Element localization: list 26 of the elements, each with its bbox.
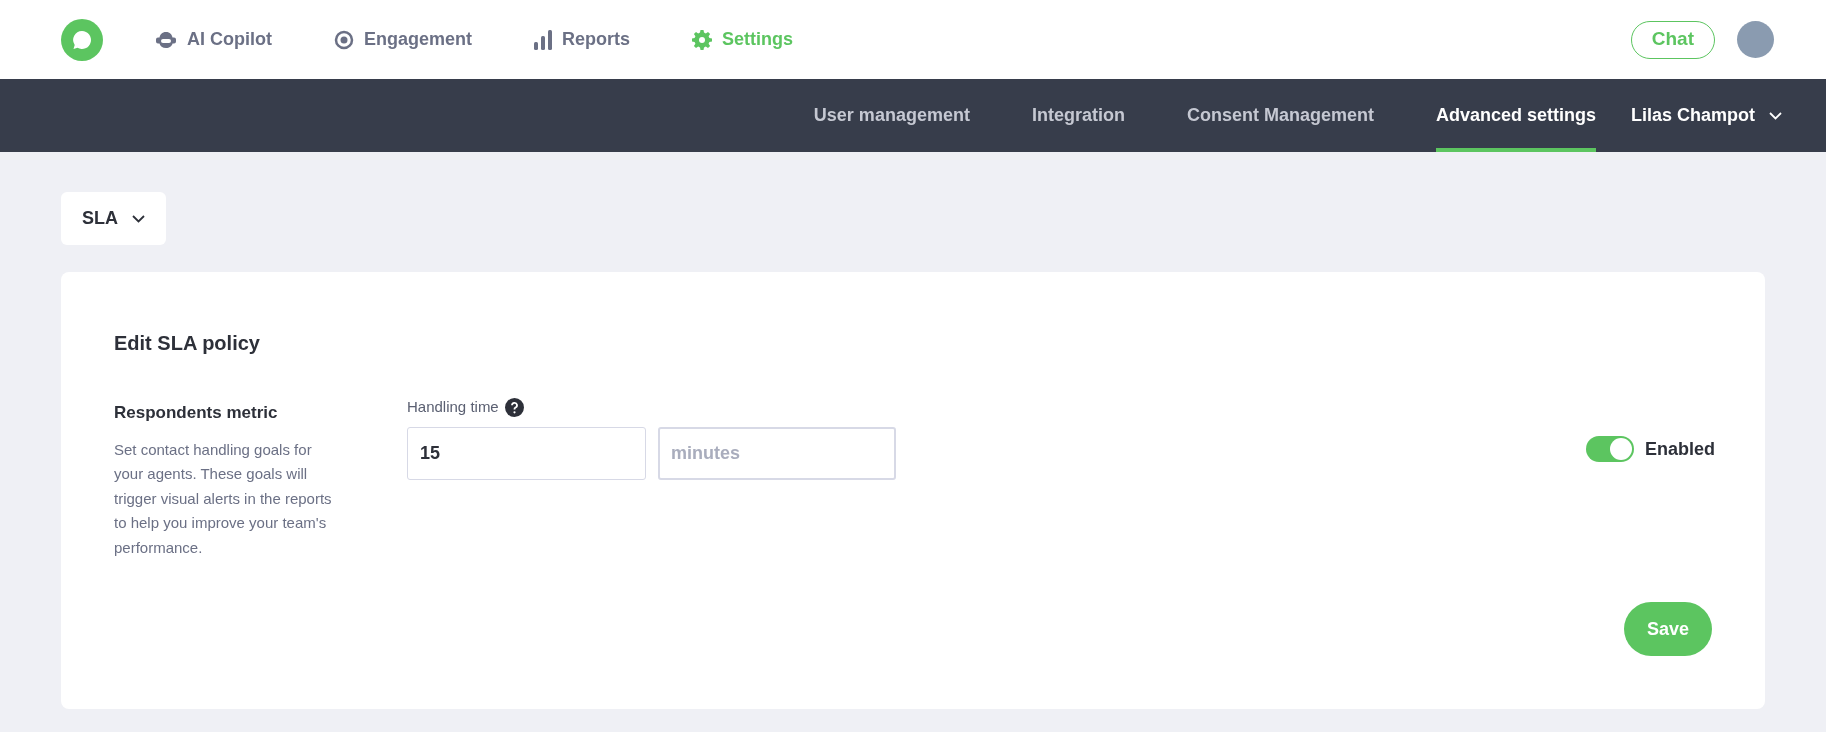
toggle-label: Enabled <box>1645 437 1715 461</box>
logo-icon[interactable] <box>61 18 103 61</box>
settings-tab[interactable]: Consent Management <box>1186 79 1374 152</box>
duration-input[interactable]: 15 <box>407 426 646 480</box>
settings-icon <box>692 29 713 50</box>
account-menu[interactable]: Lilas Champot <box>1631 79 1782 152</box>
nav-item[interactable]: AI Copilot <box>155 26 272 53</box>
section-dropdown[interactable]: SLA <box>61 192 166 245</box>
settings-tab[interactable]: User management <box>813 79 970 152</box>
metric-title: Respondents metric <box>114 402 279 424</box>
settings-tab[interactable]: Advanced settings <box>1435 79 1596 152</box>
metric-description: Set contact handling goals for your agents. These goals will trigger visual alerts in the reports to help you improve your team's performance. <box>114 439 332 558</box>
enabled-toggle[interactable] <box>1586 436 1634 462</box>
chevron-down-icon <box>1769 111 1782 120</box>
chevron-down-icon <box>132 214 145 223</box>
field-label: Handling time <box>407 397 499 417</box>
robot-icon <box>155 30 177 49</box>
avatar-icon[interactable] <box>1737 21 1774 58</box>
settings-tab[interactable]: Integration <box>1031 79 1125 152</box>
target-icon <box>334 29 354 50</box>
unit-input[interactable]: minutes <box>658 426 896 480</box>
bar-chart-icon <box>534 29 552 50</box>
nav-item[interactable]: Engagement <box>334 26 472 53</box>
card-title: Edit SLA policy <box>114 331 261 356</box>
help-icon[interactable] <box>504 397 524 417</box>
nav-item[interactable]: Reports <box>534 26 631 53</box>
